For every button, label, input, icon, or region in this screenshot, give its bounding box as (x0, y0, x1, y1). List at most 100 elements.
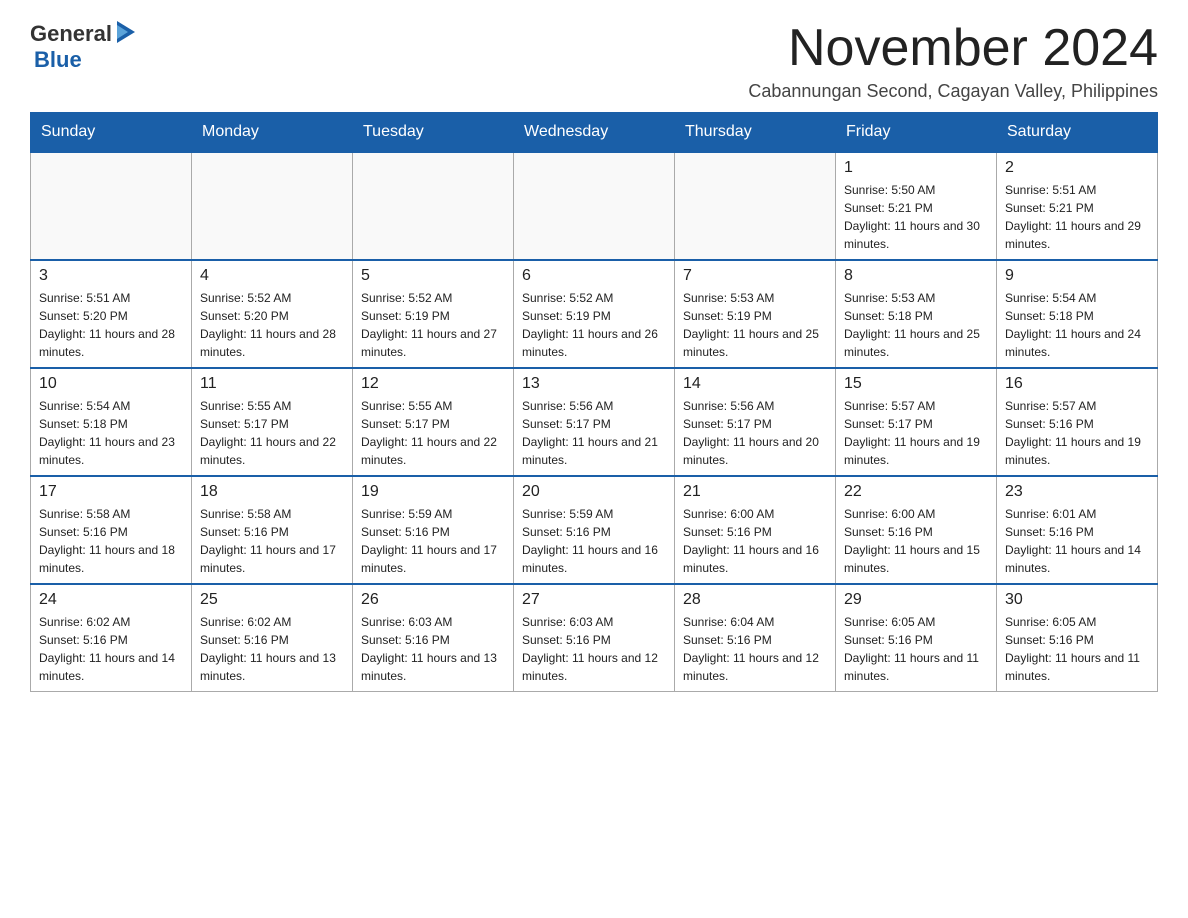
sun-info: Sunrise: 5:59 AMSunset: 5:16 PMDaylight:… (522, 505, 666, 577)
day-number: 24 (39, 591, 183, 609)
day-number: 29 (844, 591, 988, 609)
calendar-cell (514, 152, 675, 260)
col-header-thursday: Thursday (675, 113, 836, 153)
calendar-cell: 14 Sunrise: 5:56 AMSunset: 5:17 PMDayligh… (675, 368, 836, 476)
calendar-cell (353, 152, 514, 260)
logo-general-text: General (30, 21, 112, 47)
day-number: 17 (39, 483, 183, 501)
calendar-cell: 4Sunrise: 5:52 AMSunset: 5:20 PMDaylight… (192, 260, 353, 368)
day-number: 25 (200, 591, 344, 609)
day-number: 3 (39, 267, 183, 285)
sun-info: Sunrise: 5:53 AMSunset: 5:18 PMDaylight:… (844, 289, 988, 361)
day-number: 9 (1005, 267, 1149, 285)
day-number: 7 (683, 267, 827, 285)
calendar-cell (31, 152, 192, 260)
sun-info: Sunrise: 5:50 AMSunset: 5:21 PMDaylight:… (844, 181, 988, 253)
calendar-cell: 8 Sunrise: 5:53 AMSunset: 5:18 PMDaylight… (836, 260, 997, 368)
day-number: 27 (522, 591, 666, 609)
sun-info: Sunrise: 6:02 AMSunset: 5:16 PMDaylight:… (39, 613, 183, 685)
month-title: November 2024 (748, 20, 1158, 77)
calendar-cell: 6 Sunrise: 5:52 AMSunset: 5:19 PMDaylight… (514, 260, 675, 368)
sun-info: Sunrise: 6:00 AMSunset: 5:16 PMDaylight:… (844, 505, 988, 577)
calendar-cell: 19Sunrise: 5:59 AMSunset: 5:16 PMDayligh… (353, 476, 514, 584)
calendar-cell: 9 Sunrise: 5:54 AMSunset: 5:18 PMDaylight… (997, 260, 1158, 368)
day-number: 15 (844, 375, 988, 393)
calendar-cell: 12 Sunrise: 5:55 AMSunset: 5:17 PMDayligh… (353, 368, 514, 476)
week-row-2: 3 Sunrise: 5:51 AMSunset: 5:20 PMDaylight… (31, 260, 1158, 368)
col-header-saturday: Saturday (997, 113, 1158, 153)
calendar-cell: 5Sunrise: 5:52 AMSunset: 5:19 PMDaylight… (353, 260, 514, 368)
day-number: 12 (361, 375, 505, 393)
sun-info: Sunrise: 5:58 AMSunset: 5:16 PMDaylight:… (39, 505, 183, 577)
sun-info: Sunrise: 5:51 AMSunset: 5:20 PMDaylight:… (39, 289, 183, 361)
sun-info: Sunrise: 5:54 AMSunset: 5:18 PMDaylight:… (1005, 289, 1149, 361)
sun-info: Sunrise: 6:00 AMSunset: 5:16 PMDaylight:… (683, 505, 827, 577)
calendar-cell: 30 Sunrise: 6:05 AMSunset: 5:16 PMDayligh… (997, 584, 1158, 692)
col-header-tuesday: Tuesday (353, 113, 514, 153)
sun-info: Sunrise: 5:57 AMSunset: 5:16 PMDaylight:… (1005, 397, 1149, 469)
day-number: 22 (844, 483, 988, 501)
sun-info: Sunrise: 6:01 AMSunset: 5:16 PMDaylight:… (1005, 505, 1149, 577)
calendar-cell: 26Sunrise: 6:03 AMSunset: 5:16 PMDayligh… (353, 584, 514, 692)
calendar-table: SundayMondayTuesdayWednesdayThursdayFrid… (30, 112, 1158, 692)
day-number: 14 (683, 375, 827, 393)
sun-info: Sunrise: 5:52 AMSunset: 5:19 PMDaylight:… (522, 289, 666, 361)
day-number: 26 (361, 591, 505, 609)
sun-info: Sunrise: 5:55 AMSunset: 5:17 PMDaylight:… (200, 397, 344, 469)
logo-blue-text: Blue (34, 47, 82, 72)
day-number: 18 (200, 483, 344, 501)
calendar-header-row: SundayMondayTuesdayWednesdayThursdayFrid… (31, 113, 1158, 153)
calendar-cell: 1Sunrise: 5:50 AMSunset: 5:21 PMDaylight… (836, 152, 997, 260)
day-number: 21 (683, 483, 827, 501)
col-header-sunday: Sunday (31, 113, 192, 153)
calendar-cell (675, 152, 836, 260)
day-number: 16 (1005, 375, 1149, 393)
week-row-1: 1Sunrise: 5:50 AMSunset: 5:21 PMDaylight… (31, 152, 1158, 260)
week-row-5: 24 Sunrise: 6:02 AMSunset: 5:16 PMDayligh… (31, 584, 1158, 692)
sun-info: Sunrise: 6:02 AMSunset: 5:16 PMDaylight:… (200, 613, 344, 685)
day-number: 11 (200, 375, 344, 393)
calendar-cell: 10Sunrise: 5:54 AMSunset: 5:18 PMDayligh… (31, 368, 192, 476)
sun-info: Sunrise: 5:51 AMSunset: 5:21 PMDaylight:… (1005, 181, 1149, 253)
day-number: 2 (1005, 159, 1149, 177)
calendar-cell: 27Sunrise: 6:03 AMSunset: 5:16 PMDayligh… (514, 584, 675, 692)
sun-info: Sunrise: 5:53 AMSunset: 5:19 PMDaylight:… (683, 289, 827, 361)
day-number: 30 (1005, 591, 1149, 609)
calendar-cell: 3 Sunrise: 5:51 AMSunset: 5:20 PMDaylight… (31, 260, 192, 368)
calendar-cell: 25 Sunrise: 6:02 AMSunset: 5:16 PMDayligh… (192, 584, 353, 692)
day-number: 5 (361, 267, 505, 285)
header: General Blue November 2024 Cabannungan S… (30, 20, 1158, 102)
col-header-monday: Monday (192, 113, 353, 153)
calendar-cell: 17 Sunrise: 5:58 AMSunset: 5:16 PMDayligh… (31, 476, 192, 584)
day-number: 23 (1005, 483, 1149, 501)
sun-info: Sunrise: 5:56 AMSunset: 5:17 PMDaylight:… (522, 397, 666, 469)
calendar-cell: 18 Sunrise: 5:58 AMSunset: 5:16 PMDayligh… (192, 476, 353, 584)
sun-info: Sunrise: 6:05 AMSunset: 5:16 PMDaylight:… (1005, 613, 1149, 685)
week-row-4: 17 Sunrise: 5:58 AMSunset: 5:16 PMDayligh… (31, 476, 1158, 584)
calendar-cell: 20 Sunrise: 5:59 AMSunset: 5:16 PMDayligh… (514, 476, 675, 584)
sun-info: Sunrise: 5:57 AMSunset: 5:17 PMDaylight:… (844, 397, 988, 469)
sun-info: Sunrise: 5:58 AMSunset: 5:16 PMDaylight:… (200, 505, 344, 577)
day-number: 28 (683, 591, 827, 609)
calendar-cell: 11 Sunrise: 5:55 AMSunset: 5:17 PMDayligh… (192, 368, 353, 476)
calendar-cell: 24 Sunrise: 6:02 AMSunset: 5:16 PMDayligh… (31, 584, 192, 692)
calendar-cell (192, 152, 353, 260)
calendar-cell: 7 Sunrise: 5:53 AMSunset: 5:19 PMDaylight… (675, 260, 836, 368)
day-number: 6 (522, 267, 666, 285)
col-header-friday: Friday (836, 113, 997, 153)
logo-arrow-icon (115, 21, 135, 43)
calendar-cell: 2 Sunrise: 5:51 AMSunset: 5:21 PMDaylight… (997, 152, 1158, 260)
day-number: 8 (844, 267, 988, 285)
sun-info: Sunrise: 5:59 AMSunset: 5:16 PMDaylight:… (361, 505, 505, 577)
calendar-cell: 21 Sunrise: 6:00 AMSunset: 5:16 PMDayligh… (675, 476, 836, 584)
sun-info: Sunrise: 5:55 AMSunset: 5:17 PMDaylight:… (361, 397, 505, 469)
sun-info: Sunrise: 5:56 AMSunset: 5:17 PMDaylight:… (683, 397, 827, 469)
week-row-3: 10Sunrise: 5:54 AMSunset: 5:18 PMDayligh… (31, 368, 1158, 476)
sun-info: Sunrise: 6:05 AMSunset: 5:16 PMDaylight:… (844, 613, 988, 685)
day-number: 4 (200, 267, 344, 285)
calendar-cell: 22 Sunrise: 6:00 AMSunset: 5:16 PMDayligh… (836, 476, 997, 584)
calendar-cell: 16 Sunrise: 5:57 AMSunset: 5:16 PMDayligh… (997, 368, 1158, 476)
title-area: November 2024 Cabannungan Second, Cagaya… (748, 20, 1158, 102)
day-number: 20 (522, 483, 666, 501)
calendar-cell: 13Sunrise: 5:56 AMSunset: 5:17 PMDayligh… (514, 368, 675, 476)
